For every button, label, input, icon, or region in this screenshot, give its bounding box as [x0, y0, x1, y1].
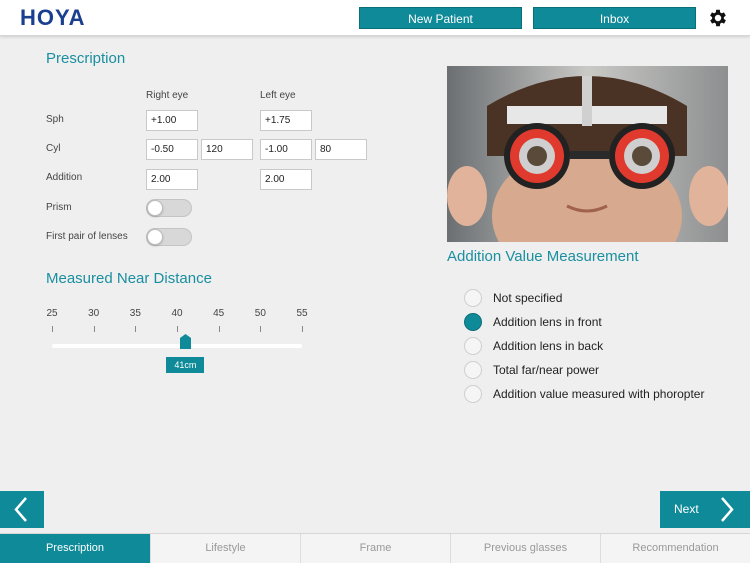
left-eye-header: Left eye — [260, 90, 296, 101]
tab-frame[interactable]: Frame — [300, 534, 450, 563]
cyl-label: Cyl — [46, 143, 61, 154]
scale-tick — [52, 326, 53, 332]
scale-tick — [177, 326, 178, 332]
prism-label: Prism — [46, 202, 72, 213]
phoropter-photo — [447, 66, 728, 242]
toggle-knob — [147, 200, 163, 216]
radio-label: Addition lens in back — [493, 339, 604, 353]
scale-tick — [302, 326, 303, 332]
new-patient-button[interactable]: New Patient — [359, 7, 522, 29]
logo-text: HOYA — [20, 5, 86, 30]
sph-left-field[interactable]: +1.75 — [260, 110, 312, 131]
radio-circle[interactable] — [464, 289, 482, 307]
next-button[interactable]: Next — [660, 491, 750, 528]
scale-tick-label: 30 — [88, 308, 100, 319]
inbox-button[interactable]: Inbox — [533, 7, 696, 29]
radio-not-specified[interactable]: Not specified — [464, 288, 562, 308]
sph-right-field[interactable]: +1.00 — [146, 110, 198, 131]
radio-label: Addition lens in front — [493, 315, 602, 329]
radio-total-far-near[interactable]: Total far/near power — [464, 360, 599, 380]
cyl-left-field[interactable]: -1.00 — [260, 139, 312, 160]
radio-label: Total far/near power — [493, 363, 600, 377]
step-tabs: Prescription Lifestyle Frame Previous gl… — [0, 533, 750, 563]
sph-label: Sph — [46, 114, 64, 125]
scale-tick-label: 25 — [46, 308, 58, 319]
previous-button[interactable] — [0, 491, 44, 528]
near-distance-title: Measured Near Distance — [46, 270, 212, 287]
hoya-logo: HOYA — [20, 5, 86, 30]
prism-toggle[interactable] — [146, 199, 192, 217]
chevron-right-icon — [721, 497, 734, 522]
distance-slider-thumb[interactable] — [179, 334, 191, 349]
addition-label: Addition — [46, 172, 83, 183]
scale-tick-label: 50 — [254, 308, 266, 319]
cyl-right-axis-field[interactable]: 120 — [201, 139, 253, 160]
scale-tick — [260, 326, 261, 332]
tab-prescription[interactable]: Prescription — [0, 534, 150, 563]
scale-tick-label: 35 — [129, 308, 141, 319]
first-pair-label: First pair of lenses — [46, 231, 128, 242]
radio-addition-lens-front[interactable]: Addition lens in front — [464, 312, 602, 332]
gear-icon[interactable] — [707, 7, 729, 29]
tab-previous-glasses[interactable]: Previous glasses — [450, 534, 600, 563]
radio-addition-lens-back[interactable]: Addition lens in back — [464, 336, 603, 356]
radio-circle[interactable] — [464, 337, 482, 355]
cyl-right-field[interactable]: -0.50 — [146, 139, 198, 160]
scale-tick — [94, 326, 95, 332]
prescription-title: Prescription — [46, 50, 126, 67]
chevron-left-icon — [14, 497, 27, 522]
radio-circle[interactable] — [464, 361, 482, 379]
addition-left-field[interactable]: 2.00 — [260, 169, 312, 190]
addition-measurement-title: Addition Value Measurement — [447, 248, 639, 265]
scale-tick — [135, 326, 136, 332]
distance-slider-track[interactable] — [52, 344, 302, 348]
toggle-knob — [147, 229, 163, 245]
app-header: HOYA New Patient Inbox — [0, 0, 750, 36]
radio-label: Addition value measured with phoropter — [493, 387, 705, 401]
scale-tick-label: 40 — [171, 308, 183, 319]
radio-label: Not specified — [493, 291, 563, 305]
tab-lifestyle[interactable]: Lifestyle — [150, 534, 300, 563]
right-eye-header: Right eye — [146, 90, 189, 101]
cyl-left-axis-field[interactable]: 80 — [315, 139, 367, 160]
radio-circle[interactable] — [464, 313, 482, 331]
radio-phoropter[interactable]: Addition value measured with phoropter — [464, 384, 704, 404]
tab-recommendation[interactable]: Recommendation — [600, 534, 750, 563]
first-pair-toggle[interactable] — [146, 228, 192, 246]
scale-tick-label: 45 — [213, 308, 225, 319]
scale-tick-label: 55 — [296, 308, 308, 319]
scale-tick — [219, 326, 220, 332]
radio-circle[interactable] — [464, 385, 482, 403]
distance-value-badge: 41cm — [166, 357, 205, 373]
addition-right-field[interactable]: 2.00 — [146, 169, 198, 190]
